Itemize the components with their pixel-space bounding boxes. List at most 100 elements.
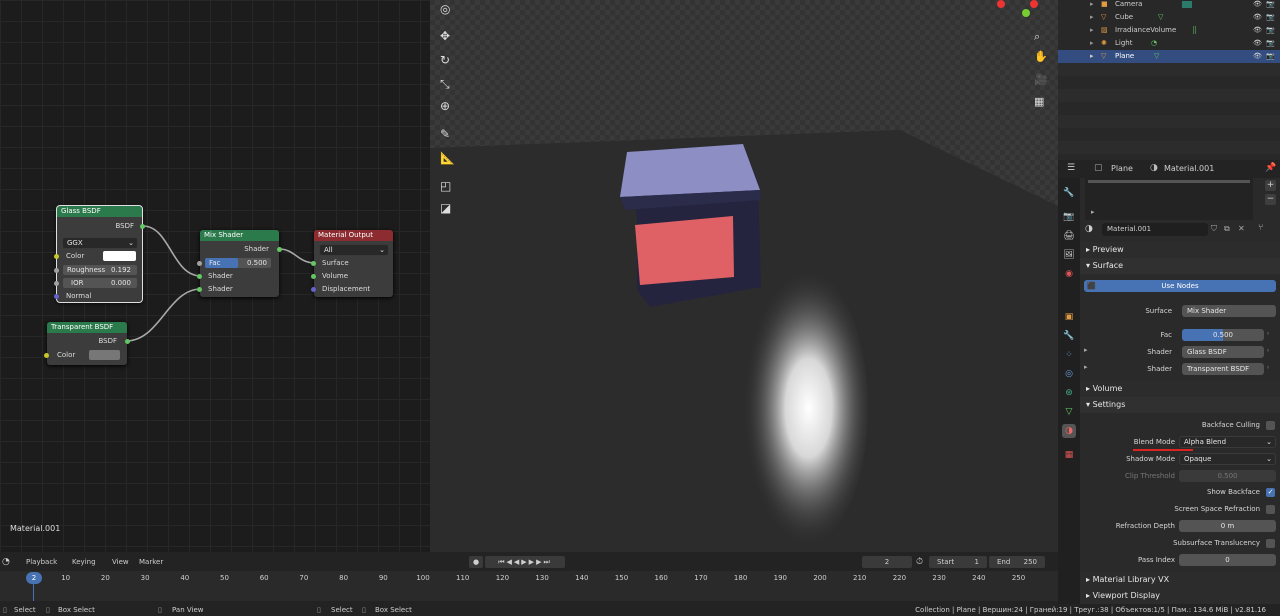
- volume-panel-header[interactable]: ▸ Volume: [1080, 381, 1280, 397]
- timeline[interactable]: ◔ Playback Keying View Marker ● ⏮◀◀▶▶▶⏭ …: [0, 552, 1058, 604]
- settings-panel-header[interactable]: ▾ Settings: [1080, 397, 1280, 413]
- add-slot-button[interactable]: +: [1265, 180, 1276, 191]
- expand-arrow-icon[interactable]: ▸: [1090, 11, 1094, 24]
- perspective-grid-icon[interactable]: ▦: [1034, 95, 1044, 108]
- pan-hand-icon[interactable]: ✋: [1034, 50, 1048, 63]
- expand-arrow-icon[interactable]: ▸: [1090, 37, 1094, 50]
- color-swatch[interactable]: [89, 350, 120, 360]
- backface-culling-checkbox[interactable]: [1266, 421, 1275, 430]
- mix-shader-node[interactable]: Mix Shader Shader Fac 0.500 Shader Shade…: [197, 230, 282, 297]
- normal-input-socket[interactable]: [54, 294, 59, 299]
- surface-shader-field[interactable]: Mix Shader: [1182, 305, 1276, 317]
- marker-menu[interactable]: Marker: [139, 556, 163, 568]
- color-swatch[interactable]: [103, 251, 136, 261]
- data-tab-icon[interactable]: ▽: [1062, 405, 1076, 419]
- keying-menu[interactable]: Keying: [72, 556, 96, 568]
- end-frame-field[interactable]: End 250: [989, 556, 1045, 568]
- move-tool-icon[interactable]: ✥: [440, 29, 450, 43]
- shader2-field[interactable]: Transparent BSDF: [1182, 363, 1264, 375]
- outliner-row-light[interactable]: ▸ ✺ Light ◔ 👁 📷: [1058, 37, 1280, 50]
- clock-icon[interactable]: ◔: [2, 556, 10, 568]
- ior-field[interactable]: IOR 0.000: [63, 278, 137, 288]
- axis-z-gizmo[interactable]: [1030, 0, 1038, 8]
- zoom-icon[interactable]: ⌕: [1034, 30, 1040, 44]
- glass-bsdf-node[interactable]: Glass BSDF BSDF GGX ⌄ Color Roughness 0.19…: [54, 205, 145, 303]
- slot-row[interactable]: [1088, 180, 1250, 183]
- ssr-checkbox[interactable]: [1266, 505, 1275, 514]
- roughness-input-socket[interactable]: [54, 268, 59, 273]
- fac-slider[interactable]: 0.500: [1182, 329, 1264, 341]
- scene-tab-icon[interactable]: ◉: [1062, 267, 1076, 281]
- target-dropdown[interactable]: All ⌄: [319, 244, 389, 256]
- transform-tool-icon[interactable]: ⊕: [440, 99, 450, 113]
- eye-icon[interactable]: 👁: [1253, 24, 1262, 37]
- eye-icon[interactable]: 👁: [1253, 37, 1262, 50]
- subsurface-checkbox[interactable]: [1266, 539, 1275, 548]
- socket-link-icon[interactable]: ◦: [1266, 347, 1270, 355]
- roughness-field[interactable]: Roughness 0.192: [63, 265, 137, 275]
- transparent-bsdf-node[interactable]: Transparent BSDF BSDF Color: [44, 322, 130, 365]
- outliner-row-camera[interactable]: ▸ ■ Camera 👁 📷: [1058, 0, 1280, 11]
- fac-field[interactable]: Fac 0.500: [205, 258, 271, 268]
- surface-panel-header[interactable]: ▾ Surface: [1080, 258, 1280, 274]
- viewport-display-panel-header[interactable]: ▸ Viewport Display: [1080, 588, 1280, 604]
- shader-output-socket[interactable]: [277, 247, 282, 252]
- properties-editor[interactable]: ☰ ▢ Plane ◑ Material.001 📌 🔧 📷 🖨 🖼 ◉ ▣ 🔧…: [1058, 160, 1280, 604]
- distribution-dropdown[interactable]: GGX ⌄: [62, 237, 138, 249]
- select-box-tool-icon[interactable]: ◪: [440, 201, 451, 215]
- start-frame-field[interactable]: Start 1: [929, 556, 987, 568]
- remove-slot-button[interactable]: −: [1265, 194, 1276, 205]
- ior-input-socket[interactable]: [54, 281, 59, 286]
- node-editor[interactable]: Glass BSDF BSDF GGX ⌄ Color Roughness 0.19…: [0, 0, 430, 552]
- camera-view-icon[interactable]: 🎥: [1034, 73, 1048, 86]
- outliner[interactable]: ▸ ■ Camera 👁 📷 ▸ ▽ Cube ▽ 👁 📷 ▸ ▨ Irradi…: [1058, 0, 1280, 160]
- fake-user-shield-icon[interactable]: ⛉: [1211, 224, 1217, 234]
- breadcrumb-object[interactable]: Plane: [1111, 164, 1133, 173]
- shader1-field[interactable]: Glass BSDF: [1182, 346, 1264, 358]
- breadcrumb-material[interactable]: Material.001: [1164, 164, 1214, 173]
- bsdf-output-socket[interactable]: [125, 339, 130, 344]
- blend-mode-dropdown[interactable]: Alpha Blend ⌄: [1179, 436, 1276, 448]
- expand-arrow-icon[interactable]: ▸: [1090, 50, 1094, 63]
- pin-icon[interactable]: 📌: [1265, 163, 1276, 173]
- texture-tab-icon[interactable]: ▦: [1062, 448, 1076, 462]
- shader1-input-socket[interactable]: [197, 274, 202, 279]
- render-tab-icon[interactable]: 📷: [1062, 210, 1076, 224]
- material-browse-icon[interactable]: ◑: [1085, 224, 1093, 234]
- physics-tab-icon[interactable]: ◎: [1062, 367, 1076, 381]
- node-tree-icon[interactable]: ⑂: [1258, 223, 1263, 233]
- material-output-node[interactable]: Material Output All ⌄ Surface Volume Disp…: [311, 230, 393, 297]
- rotate-tool-icon[interactable]: ↻: [440, 53, 450, 67]
- view-layer-tab-icon[interactable]: 🖼: [1062, 248, 1076, 262]
- clip-threshold-field[interactable]: 0.500: [1179, 470, 1276, 482]
- add-cube-tool-icon[interactable]: ◰: [440, 179, 451, 193]
- editor-type-icon[interactable]: ☰: [1067, 163, 1075, 173]
- material-name-field[interactable]: Material.001: [1102, 223, 1208, 236]
- render-camera-icon[interactable]: 📷: [1266, 24, 1275, 37]
- measure-tool-icon[interactable]: 📐: [440, 151, 455, 165]
- eye-icon[interactable]: 👁: [1253, 0, 1262, 11]
- constraints-tab-icon[interactable]: ⊛: [1062, 386, 1076, 400]
- displacement-input-socket[interactable]: [311, 287, 316, 292]
- close-icon[interactable]: ✕: [1238, 224, 1245, 233]
- refraction-depth-field[interactable]: 0 m: [1179, 520, 1276, 532]
- socket-link-icon[interactable]: ◦: [1266, 330, 1270, 338]
- material-tab-icon[interactable]: ◑: [1062, 424, 1076, 438]
- view-menu[interactable]: View: [112, 556, 129, 568]
- volume-input-socket[interactable]: [311, 274, 316, 279]
- cursor-tool-icon[interactable]: ◎: [440, 2, 450, 16]
- 3d-viewport[interactable]: ◎ ✥ ↻ ⤡ ⊕ ✎ 📐 ◰ ◪ ⌕ ✋ 🎥 ▦: [430, 0, 1058, 552]
- particles-tab-icon[interactable]: ⁘: [1062, 348, 1076, 362]
- shader2-input-socket[interactable]: [197, 287, 202, 292]
- socket-link-icon[interactable]: ◦: [1266, 364, 1270, 372]
- preview-panel-header[interactable]: ▸ Preview: [1080, 242, 1280, 258]
- render-camera-icon[interactable]: 📷: [1266, 11, 1275, 24]
- playback-controls[interactable]: ⏮◀◀▶▶▶⏭: [485, 556, 565, 568]
- copy-icon[interactable]: ⧉: [1224, 224, 1230, 234]
- color-input-socket[interactable]: [44, 353, 49, 358]
- record-button[interactable]: ●: [469, 556, 483, 568]
- render-camera-icon[interactable]: 📷: [1266, 0, 1275, 11]
- axis-y-gizmo[interactable]: [1022, 9, 1030, 17]
- eye-icon[interactable]: 👁: [1253, 50, 1262, 63]
- scale-tool-icon[interactable]: ⤡: [440, 77, 450, 92]
